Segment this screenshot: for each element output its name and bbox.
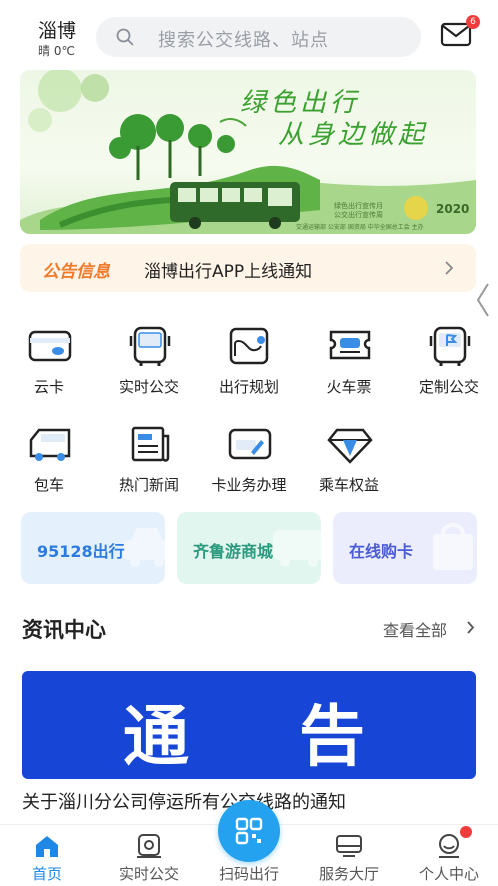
home-icon <box>36 836 58 857</box>
shortcut-label: 95128出行 <box>37 542 125 561</box>
top-header: 淄博 晴 0℃ 搜索公交线路、站点 6 <box>0 0 498 64</box>
tab-realtime-bus[interactable]: 实时公交 <box>99 825 199 886</box>
tab-service-hall[interactable]: 服务大厅 <box>299 825 399 886</box>
banner-subtitle-line2: 公交出行宣传周 <box>334 211 383 219</box>
service-label: 定制公交 <box>418 378 479 396</box>
announcement-tag: 公告信息 <box>42 262 110 282</box>
shortcut-card-95128[interactable]: 95128出行 <box>21 512 165 584</box>
qr-scan-icon <box>235 817 263 845</box>
service-realtime-bus[interactable]: 实时公交 <box>105 326 193 406</box>
card-icon <box>28 330 72 362</box>
weather-text: 晴 0℃ <box>38 44 75 58</box>
search-input[interactable]: 搜索公交线路、站点 <box>96 17 421 57</box>
service-hall-icon <box>336 835 362 857</box>
scan-qr-button[interactable] <box>218 800 280 862</box>
profile-notification-dot <box>460 826 472 838</box>
tab-profile[interactable]: 个人中心 <box>399 825 498 886</box>
tab-home[interactable]: 首页 <box>0 825 97 886</box>
banner-title-line2: 从身边做起 <box>278 120 429 150</box>
shortcut-label: 在线购卡 <box>349 542 414 561</box>
service-label: 乘车权益 <box>318 476 379 494</box>
side-drawer-chevron-left-icon[interactable] <box>474 282 492 318</box>
tab-label: 扫码出行 <box>218 865 279 883</box>
card-service-icon <box>228 428 272 460</box>
news-item-title[interactable]: 关于淄川分公司停运所有公交线路的通知 <box>22 788 346 814</box>
shopping-bag-watermark-icon <box>433 523 473 570</box>
chevron-right-icon[interactable] <box>466 620 475 635</box>
announcement-text: 淄博出行APP上线通知 <box>144 262 313 282</box>
shortcut-label: 齐鲁游商城 <box>193 542 274 561</box>
search-icon <box>116 28 134 46</box>
train-ticket-icon <box>329 330 371 360</box>
tab-label: 首页 <box>31 865 62 883</box>
service-label: 包车 <box>33 476 64 494</box>
view-all-link[interactable]: 查看全部 <box>383 617 447 641</box>
promo-banner[interactable]: 绿色出行 从身边做起 绿色出行宣传月 公交出行宣传周 2020 交通运输部 公安… <box>20 70 476 234</box>
service-label: 实时公交 <box>118 378 179 396</box>
custom-bus-icon <box>429 326 471 366</box>
bus-icon <box>129 326 171 366</box>
tab-label: 个人中心 <box>418 865 479 883</box>
route-map-icon <box>229 327 269 365</box>
shortcut-card-qilu-mall[interactable]: 齐鲁游商城 <box>177 512 321 584</box>
service-charter[interactable]: 包车 <box>5 424 93 504</box>
tab-label: 服务大厅 <box>318 865 379 883</box>
service-custom-bus[interactable]: 定制公交 <box>405 326 493 406</box>
service-ride-benefits[interactable]: 乘车权益 <box>305 424 393 504</box>
news-cover-image[interactable]: 通告 <box>22 671 476 779</box>
service-hot-news[interactable]: 热门新闻 <box>105 424 193 504</box>
service-label: 火车票 <box>326 378 372 396</box>
banner-year: 2020 <box>436 202 470 216</box>
realtime-bus-icon <box>137 834 161 858</box>
service-label: 卡业务办理 <box>211 476 287 494</box>
service-label: 云卡 <box>33 378 64 396</box>
search-placeholder: 搜索公交线路、站点 <box>158 30 329 51</box>
newspaper-icon <box>131 426 170 462</box>
news-section-title: 资讯中心 <box>22 618 106 642</box>
service-train-ticket[interactable]: 火车票 <box>305 326 393 406</box>
bus-watermark-icon <box>273 530 321 567</box>
news-cover-text: 通告 <box>123 697 475 775</box>
tab-label: 实时公交 <box>118 865 179 883</box>
banner-footer: 交通运输部 公安部 国资局 中华全国总工会 主办 <box>296 224 424 231</box>
service-cloud-card[interactable]: 云卡 <box>5 326 93 406</box>
chevron-right-icon <box>445 261 454 275</box>
message-count-badge: 6 <box>466 15 480 29</box>
announcement-bar[interactable]: 公告信息 淄博出行APP上线通知 <box>20 244 476 292</box>
profile-icon <box>439 834 459 858</box>
service-label: 热门新闻 <box>118 476 179 494</box>
service-card-business[interactable]: 卡业务办理 <box>205 424 293 504</box>
shortcut-card-buy-card[interactable]: 在线购卡 <box>333 512 477 584</box>
city-name[interactable]: 淄博 <box>38 16 76 43</box>
charter-bus-icon <box>29 428 71 461</box>
diamond-icon <box>327 428 373 464</box>
service-label: 出行规划 <box>218 378 279 396</box>
service-trip-planning[interactable]: 出行规划 <box>205 326 293 406</box>
